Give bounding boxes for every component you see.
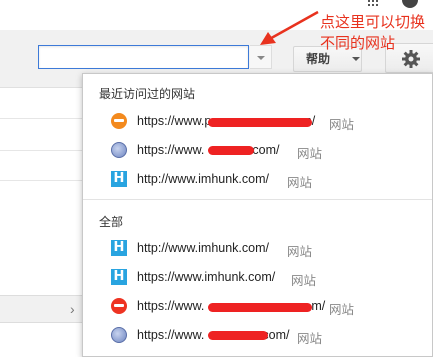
menu-divider [83,199,432,200]
menu-item-all-2[interactable]: H https://www.imhunk.com/ 网站 [83,263,432,291]
divider [0,150,82,151]
apps-grid-icon[interactable] [368,0,378,8]
menu-item-all-4[interactable]: https://www. com/ 网站 [83,321,432,349]
imhunk-h-icon: H [111,171,127,187]
redaction-mark [208,331,268,340]
menu-item-type: 网站 [297,332,323,346]
redaction-mark [208,146,254,155]
annotation-note: 点这里可以切换不同的网站 [320,13,426,52]
redaction-mark [208,118,312,127]
annotation-arrow-icon [260,10,319,45]
divider [0,118,82,119]
globe-icon [111,142,127,158]
help-button-label: 帮助 [306,52,331,66]
help-caret-icon[interactable] [352,57,360,61]
menu-item-all-3[interactable]: https://www. m/ 网站 [83,292,432,320]
redaction-mark [208,303,312,312]
menu-item-recent-2[interactable]: https://www. com/ 网站 [83,136,432,164]
menu-item-type: 网站 [329,118,355,132]
menu-item-type: 网站 [287,245,313,259]
menu-item-all-1[interactable]: H http://www.imhunk.com/ 网站 [83,234,432,262]
divider [0,180,82,181]
red-site-icon [111,298,127,314]
menu-item-url: https://www.imhunk.com/ [137,270,276,284]
globe-icon [111,327,127,343]
menu-item-url: http://www.imhunk.com/ [137,172,269,186]
imhunk-h-icon: H [111,269,127,285]
menu-item-type: 网站 [297,147,323,161]
menu-item-type: 网站 [291,274,317,288]
site-selector-input[interactable] [38,45,249,69]
menu-item-recent-1[interactable]: https://www.pm/ 网站 [83,107,432,135]
account-avatar-icon[interactable] [402,0,418,8]
menu-item-type: 网站 [287,176,313,190]
menu-item-recent-3[interactable]: H http://www.imhunk.com/ 网站 [83,165,432,193]
site-dropdown-toggle-button[interactable] [250,45,272,69]
orange-site-icon [111,113,127,129]
chevron-right-icon[interactable]: › [70,301,75,317]
imhunk-h-icon: H [111,240,127,256]
site-switcher-menu: 最近访问过的网站 https://www.pm/ 网站 https://www.… [82,73,433,357]
menu-item-type: 网站 [329,303,355,317]
menu-item-url: http://www.imhunk.com/ [137,241,269,255]
all-sites-heading: 全部 [99,215,124,229]
recent-sites-heading: 最近访问过的网站 [99,87,196,101]
